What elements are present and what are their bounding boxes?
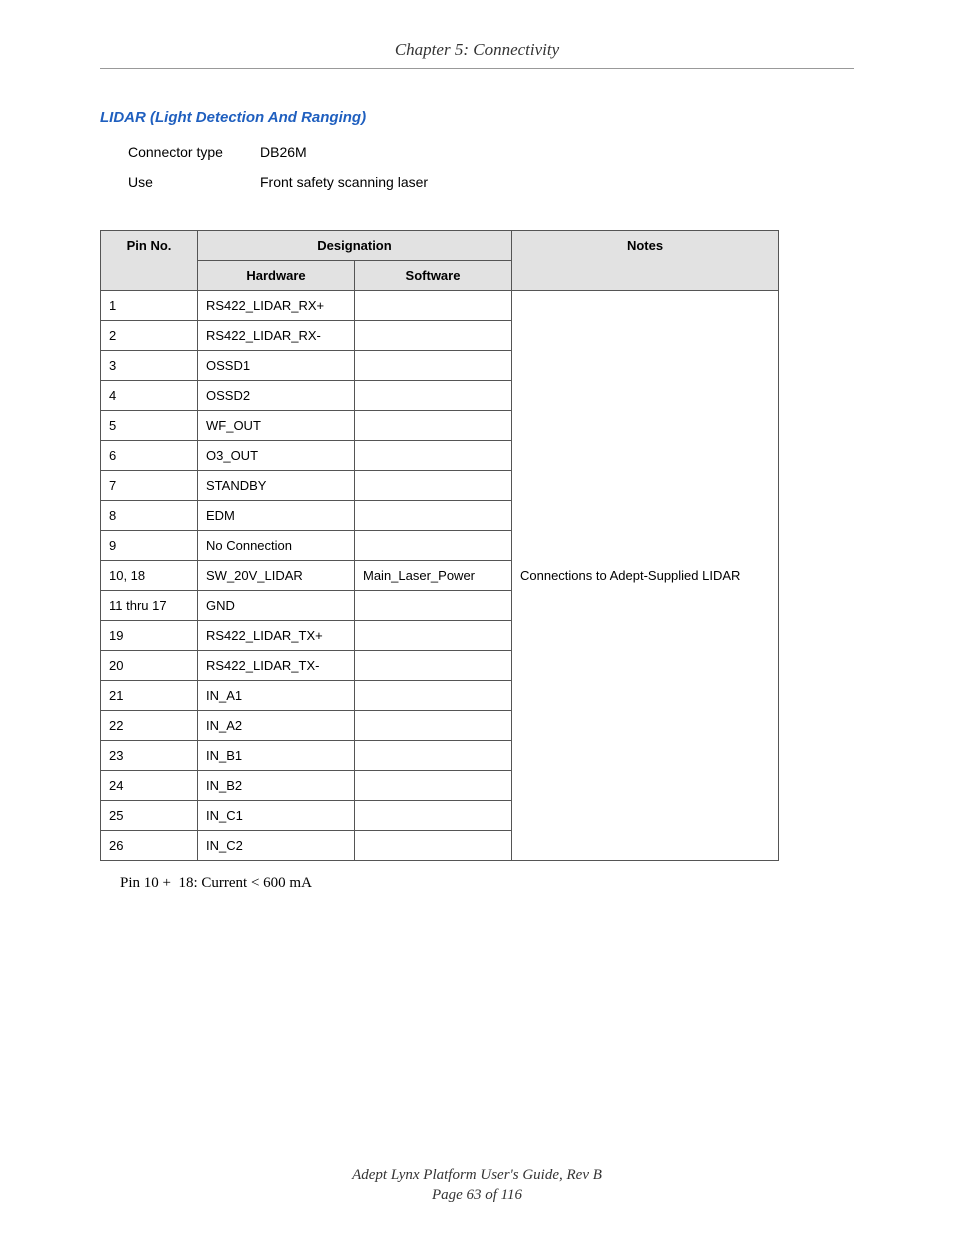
cell-pin: 26 [101, 831, 198, 861]
pin-table: Pin No. Designation Notes Hardware Softw… [100, 230, 779, 861]
cell-hardware: RS422_LIDAR_TX+ [198, 621, 355, 651]
cell-pin: 21 [101, 681, 198, 711]
cell-pin: 22 [101, 711, 198, 741]
cell-pin: 8 [101, 501, 198, 531]
cell-pin: 2 [101, 321, 198, 351]
cell-software [355, 321, 512, 351]
cell-hardware: SW_20V_LIDAR [198, 561, 355, 591]
cell-pin: 24 [101, 771, 198, 801]
cell-hardware: No Connection [198, 531, 355, 561]
cell-pin: 11 thru 17 [101, 591, 198, 621]
document-page: Chapter 5: Connectivity LIDAR (Light Det… [0, 0, 954, 1235]
cell-hardware: RS422_LIDAR_TX- [198, 651, 355, 681]
cell-notes-merged: Connections to Adept-Supplied LIDAR [512, 291, 779, 861]
cell-pin: 3 [101, 351, 198, 381]
cell-hardware: IN_C1 [198, 801, 355, 831]
cell-pin: 4 [101, 381, 198, 411]
th-designation: Designation [198, 231, 512, 261]
table-row: 1 RS422_LIDAR_RX+ Connections to Adept-S… [101, 291, 779, 321]
th-pin-no: Pin No. [101, 231, 198, 291]
cell-hardware: OSSD1 [198, 351, 355, 381]
cell-software [355, 591, 512, 621]
header-rule [100, 68, 854, 69]
cell-hardware: STANDBY [198, 471, 355, 501]
cell-hardware: IN_A2 [198, 711, 355, 741]
cell-pin: 5 [101, 411, 198, 441]
cell-software [355, 741, 512, 771]
cell-software [355, 441, 512, 471]
cell-hardware: EDM [198, 501, 355, 531]
footnote: Pin 10 + 18: Current < 600 mA [120, 875, 854, 892]
th-hardware: Hardware [198, 261, 355, 291]
cell-hardware: OSSD2 [198, 381, 355, 411]
cell-hardware: GND [198, 591, 355, 621]
cell-pin: 25 [101, 801, 198, 831]
th-notes: Notes [512, 231, 779, 291]
cell-software [355, 831, 512, 861]
cell-software [355, 621, 512, 651]
section-title: LIDAR (Light Detection And Ranging) [100, 109, 854, 126]
cell-software [355, 291, 512, 321]
cell-pin: 7 [101, 471, 198, 501]
cell-hardware: RS422_LIDAR_RX+ [198, 291, 355, 321]
cell-hardware: IN_C2 [198, 831, 355, 861]
info-label-use: Use [128, 174, 260, 190]
cell-software [355, 681, 512, 711]
cell-hardware: IN_B2 [198, 771, 355, 801]
cell-software [355, 471, 512, 501]
cell-software [355, 351, 512, 381]
page-footer: Adept Lynx Platform User's Guide, Rev B … [0, 1166, 954, 1205]
th-software: Software [355, 261, 512, 291]
cell-software [355, 801, 512, 831]
cell-software [355, 531, 512, 561]
cell-hardware: O3_OUT [198, 441, 355, 471]
cell-pin: 23 [101, 741, 198, 771]
cell-software [355, 501, 512, 531]
info-value-connector-type: DB26M [260, 144, 307, 160]
cell-pin: 20 [101, 651, 198, 681]
info-label-connector-type: Connector type [128, 144, 260, 160]
chapter-header: Chapter 5: Connectivity [100, 40, 854, 68]
footer-page: Page 63 of 116 [0, 1186, 954, 1206]
cell-hardware: IN_B1 [198, 741, 355, 771]
info-value-use: Front safety scanning laser [260, 174, 428, 190]
cell-pin: 19 [101, 621, 198, 651]
info-row: Connector type DB26M [128, 144, 854, 160]
cell-software [355, 411, 512, 441]
cell-software: Main_Laser_Power [355, 561, 512, 591]
cell-hardware: RS422_LIDAR_RX- [198, 321, 355, 351]
cell-pin: 1 [101, 291, 198, 321]
cell-pin: 10, 18 [101, 561, 198, 591]
cell-pin: 6 [101, 441, 198, 471]
cell-pin: 9 [101, 531, 198, 561]
cell-hardware: IN_A1 [198, 681, 355, 711]
cell-software [355, 651, 512, 681]
cell-hardware: WF_OUT [198, 411, 355, 441]
info-row: Use Front safety scanning laser [128, 174, 854, 190]
cell-software [355, 381, 512, 411]
cell-software [355, 771, 512, 801]
footer-title: Adept Lynx Platform User's Guide, Rev B [0, 1166, 954, 1186]
cell-software [355, 711, 512, 741]
